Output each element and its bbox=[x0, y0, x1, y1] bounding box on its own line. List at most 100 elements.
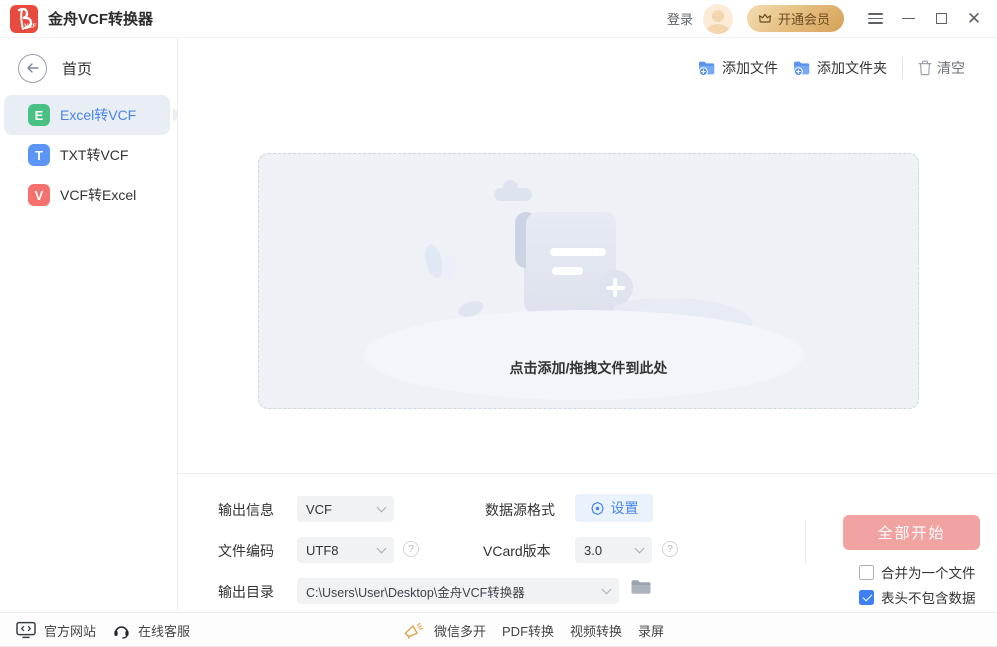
sidebar-item-label: TXT转VCF bbox=[60, 145, 128, 165]
promo-pdf-convert[interactable]: PDF转换 bbox=[502, 621, 554, 640]
plus-icon bbox=[598, 270, 633, 305]
crown-icon bbox=[758, 12, 772, 25]
back-button[interactable] bbox=[18, 54, 47, 83]
app-window: VCF 金舟VCF转换器 登录 开通会员 bbox=[0, 0, 997, 646]
online-service-link[interactable]: 在线客服 bbox=[113, 613, 190, 647]
add-folder-button[interactable]: 添加文件夹 bbox=[793, 58, 887, 78]
hill-shape bbox=[364, 310, 804, 400]
statusbar: 官方网站 在线客服 微信多开 PDF转换 bbox=[0, 612, 997, 646]
settings-button-label: 设置 bbox=[611, 498, 639, 518]
output-info-label: 输出信息 bbox=[218, 500, 274, 520]
promo-video-convert[interactable]: 视频转换 bbox=[570, 621, 622, 640]
header-checkbox-label: 表头不包含数据 bbox=[881, 587, 976, 607]
sidebar: 首页 E Excel转VCF T TXT转VCF V VCF转Excel bbox=[0, 38, 178, 612]
promo-wechat-multi[interactable]: 微信多开 bbox=[402, 621, 486, 640]
checkbox-checked-icon[interactable] bbox=[859, 590, 874, 605]
txt-badge-icon: T bbox=[28, 144, 50, 166]
online-service-label: 在线客服 bbox=[138, 621, 190, 640]
add-file-label: 添加文件 bbox=[722, 58, 778, 78]
start-all-button[interactable]: 全部开始 bbox=[843, 515, 980, 550]
output-dir-select[interactable]: C:\Users\User\Desktop\金舟VCF转换器 bbox=[297, 578, 619, 604]
add-file-button[interactable]: 添加文件 bbox=[698, 58, 778, 78]
sidebar-item-vcf-to-excel[interactable]: V VCF转Excel bbox=[4, 175, 170, 215]
gear-icon bbox=[590, 501, 605, 516]
menu-button[interactable] bbox=[864, 8, 886, 30]
add-file-icon bbox=[698, 60, 717, 77]
monitor-icon bbox=[16, 621, 36, 639]
avatar-body bbox=[706, 24, 730, 34]
hamburger-icon bbox=[868, 13, 883, 24]
chevron-down-icon bbox=[602, 584, 612, 594]
chevron-down-icon bbox=[635, 543, 645, 553]
encoding-help-icon[interactable]: ? bbox=[403, 541, 419, 557]
window-controls: ✕ bbox=[864, 8, 985, 30]
vcard-label: VCard版本 bbox=[483, 541, 551, 561]
plant-icon bbox=[439, 255, 457, 283]
headset-icon bbox=[113, 622, 130, 639]
merge-checkbox-label: 合并为一个文件 bbox=[881, 562, 976, 582]
promo-screen-record[interactable]: 录屏 bbox=[638, 621, 664, 640]
add-folder-icon bbox=[793, 60, 812, 77]
promo-label: 视频转换 bbox=[570, 621, 622, 640]
titlebar-right: 登录 开通会员 bbox=[667, 4, 985, 34]
clear-button[interactable]: 清空 bbox=[918, 58, 965, 78]
home-label[interactable]: 首页 bbox=[62, 58, 92, 79]
datasource-settings-button[interactable]: 设置 bbox=[575, 494, 653, 522]
official-site-label: 官方网站 bbox=[44, 621, 96, 640]
vip-label: 开通会员 bbox=[778, 9, 830, 28]
titlebar: VCF 金舟VCF转换器 登录 开通会员 bbox=[0, 0, 997, 38]
vcard-select[interactable]: 3.0 bbox=[575, 537, 652, 563]
sidebar-item-excel-to-vcf[interactable]: E Excel转VCF bbox=[4, 95, 170, 135]
minimize-icon bbox=[902, 18, 915, 20]
header-checkbox[interactable]: 表头不包含数据 bbox=[859, 587, 976, 607]
official-site-link[interactable]: 官方网站 bbox=[16, 613, 96, 647]
dropzone-hint: 点击添加/拖拽文件到此处 bbox=[259, 358, 918, 378]
vcf-badge-icon: V bbox=[28, 184, 50, 206]
browse-folder-button[interactable] bbox=[630, 578, 652, 601]
vcard-help-icon[interactable]: ? bbox=[662, 541, 678, 557]
dropzone[interactable]: 点击添加/拖拽文件到此处 bbox=[258, 153, 919, 409]
vcard-value: 3.0 bbox=[584, 543, 602, 558]
output-info-select[interactable]: VCF bbox=[297, 496, 394, 522]
checkbox-unchecked-icon[interactable] bbox=[859, 565, 874, 580]
minimize-button[interactable] bbox=[897, 8, 919, 30]
output-info-value: VCF bbox=[306, 502, 332, 517]
datasource-label: 数据源格式 bbox=[485, 500, 555, 520]
merge-checkbox[interactable]: 合并为一个文件 bbox=[859, 562, 976, 582]
chevron-down-icon bbox=[377, 502, 387, 512]
settings-divider bbox=[178, 473, 997, 474]
output-dir-label: 输出目录 bbox=[218, 582, 274, 602]
cloud-icon bbox=[494, 188, 532, 201]
output-dir-value: C:\Users\User\Desktop\金舟VCF转换器 bbox=[306, 582, 525, 601]
promo-label: PDF转换 bbox=[502, 621, 554, 640]
app-logo-icon: VCF bbox=[10, 5, 38, 33]
folder-icon bbox=[630, 578, 652, 596]
close-button[interactable]: ✕ bbox=[963, 8, 985, 30]
login-link[interactable]: 登录 bbox=[667, 9, 693, 28]
avatar[interactable] bbox=[703, 4, 733, 34]
encoding-value: UTF8 bbox=[306, 543, 339, 558]
toolbar: 添加文件 添加文件夹 清空 bbox=[698, 55, 965, 81]
action-divider bbox=[805, 520, 806, 563]
sidebar-item-label: Excel转VCF bbox=[60, 105, 136, 125]
maximize-icon bbox=[936, 13, 947, 24]
add-folder-label: 添加文件夹 bbox=[817, 58, 887, 78]
encoding-select[interactable]: UTF8 bbox=[297, 537, 394, 563]
promo-label: 微信多开 bbox=[434, 621, 486, 640]
vip-button[interactable]: 开通会员 bbox=[747, 5, 844, 32]
maximize-button[interactable] bbox=[930, 8, 952, 30]
clear-label: 清空 bbox=[937, 58, 965, 78]
megaphone-icon bbox=[402, 621, 425, 639]
back-arrow-icon bbox=[26, 62, 40, 74]
promo-group: 微信多开 PDF转换 视频转换 录屏 bbox=[402, 613, 664, 647]
promo-label: 录屏 bbox=[638, 621, 664, 640]
app-title: 金舟VCF转换器 bbox=[48, 8, 153, 29]
avatar-head bbox=[712, 10, 724, 22]
trash-icon bbox=[918, 60, 932, 76]
main-panel: 添加文件 添加文件夹 清空 bbox=[178, 38, 997, 612]
toolbar-divider bbox=[902, 57, 903, 79]
sidebar-item-txt-to-vcf[interactable]: T TXT转VCF bbox=[4, 135, 170, 175]
close-icon: ✕ bbox=[967, 10, 981, 27]
dropzone-illustration bbox=[424, 182, 754, 358]
encoding-label: 文件编码 bbox=[218, 541, 274, 561]
